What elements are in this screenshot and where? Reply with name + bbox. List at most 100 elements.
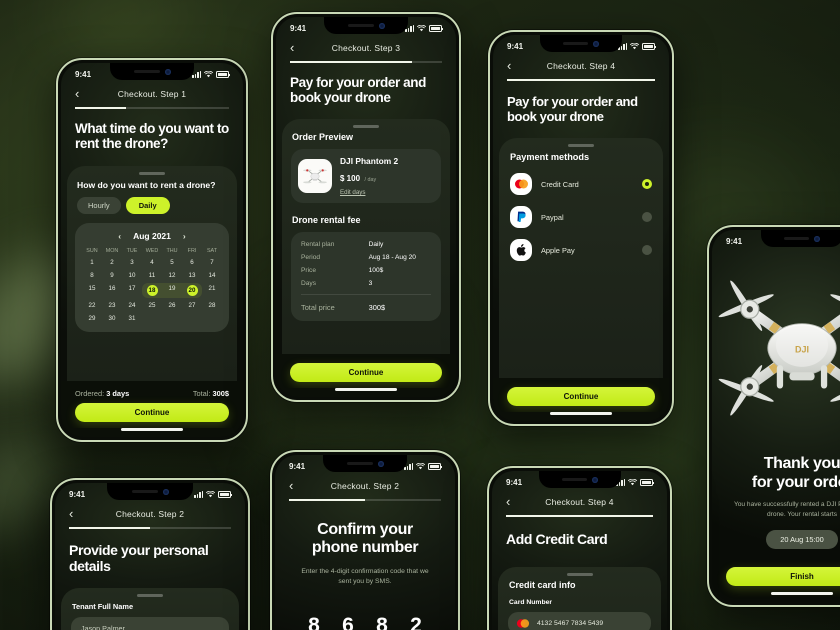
code-digit-4[interactable]: 2 [408,614,425,630]
calendar-day[interactable]: 23 [102,302,122,309]
continue-button-step-3[interactable]: Continue [290,363,442,382]
fee-row: Days 3 [301,280,431,296]
weekday: MON [105,248,119,255]
calendar-day[interactable]: 9 [102,272,122,279]
payment-radio[interactable] [642,212,652,223]
calendar-day[interactable]: 25 [142,302,162,309]
ordered-label: Ordered: [75,389,105,398]
finish-button[interactable]: Finish [726,567,840,586]
battery-icon [218,491,232,498]
code-digit-2[interactable]: 6 [340,614,357,630]
home-indicator[interactable] [550,412,612,415]
confirm-code-subtitle: Enter the 4-digit confirmation code that… [301,568,429,586]
home-indicator[interactable] [771,592,833,595]
nav-title: Checkout. Step 3 [331,42,401,53]
calendar-day[interactable]: 17 [122,285,142,296]
calendar-day[interactable]: 22 [82,302,102,309]
phone-checkout-step-2-details: 9:41 ‹ Checkout. Step 2 Provide your per… [50,478,250,630]
calendar-prev-month-icon[interactable]: ‹ [118,231,121,241]
calendar-day[interactable]: 6 [182,259,202,266]
product-card[interactable]: DJI Phantom 2 $ 100 / day Edit days [291,149,441,204]
edit-days-link[interactable]: Edit days [340,189,434,196]
fee-row: Period Aug 18 - Aug 20 [301,254,431,261]
speaker-icon [131,490,158,493]
calendar-day[interactable]: 27 [182,302,202,309]
sheet-grabber[interactable] [566,573,593,577]
calendar-day[interactable]: 13 [182,272,202,279]
calendar-day[interactable]: 2 [102,259,122,266]
sheet-grabber[interactable] [137,593,163,597]
rental-time-area: 20 Aug 15:00 [712,520,840,549]
payment-method-apple-pay[interactable]: Apple Pay [499,239,663,272]
calendar-day[interactable]: 1 [82,259,102,266]
continue-button-step-1[interactable]: Continue [75,403,229,422]
sheet-grabber[interactable] [353,125,379,129]
nav-bar-step-3: ‹ Checkout. Step 3 [276,36,456,61]
calendar-day[interactable]: 12 [162,272,182,279]
total-price-row: Total price 300$ [301,295,431,312]
calendar-day [142,315,162,322]
phone-checkout-step-4-payment: 9:41 ‹ Checkout. Step 4 Pay for your ord… [488,30,674,426]
calendar-next-month-icon[interactable]: › [183,231,186,241]
calendar-day[interactable]: 24 [122,302,142,309]
calendar-day[interactable]: 4 [142,259,162,266]
payment-radio-selected[interactable] [642,179,652,190]
home-indicator[interactable] [121,428,183,431]
plan-option-hourly[interactable]: Hourly [77,197,121,215]
calendar-day[interactable]: 30 [102,315,122,322]
apple-icon [510,239,532,262]
calendar-day[interactable]: 31 [122,315,142,322]
calendar-day[interactable]: 28 [202,302,222,309]
calendar-day[interactable]: 16 [102,285,122,296]
payment-radio[interactable] [642,245,652,256]
calendar-day[interactable]: 14 [202,272,222,279]
wifi-icon [417,25,426,32]
calendar-day[interactable]: 15 [82,285,102,296]
calendar-weekday-row: SUN MON TUE WED THU FRI SAT [82,248,222,254]
status-time: 9:41 [506,478,523,487]
calendar-day[interactable]: 11 [142,272,162,279]
calendar-day-selected-start[interactable]: 18 [142,285,162,297]
fee-row-key: Price [301,267,317,275]
calendar-day[interactable]: 10 [122,272,142,279]
home-indicator[interactable] [335,388,397,391]
code-digit-1[interactable]: 8 [306,614,323,630]
payment-method-label: Apple Pay [541,245,575,255]
wifi-icon [206,491,215,498]
calendar-day[interactable]: 29 [82,315,102,322]
calendar-day[interactable]: 5 [162,259,182,266]
nav-title: Checkout. Step 2 [330,480,400,491]
calendar-day[interactable]: 21 [202,285,222,296]
fee-row-value: Daily [368,241,384,249]
fee-row-value: 100$ [368,267,384,275]
nav-title: Checkout. Step 4 [546,60,616,71]
sheet-grabber[interactable] [139,172,165,176]
sheet-grabber[interactable] [568,144,594,148]
thank-you-heading: Thank you for your order [712,455,840,493]
weekday: TUE [126,248,138,255]
plan-option-daily[interactable]: Daily [125,197,170,215]
calendar-day[interactable]: 26 [162,302,182,309]
notch [324,17,408,34]
calendar-day-selected-end-label: 20 [186,285,198,297]
code-digit-3[interactable]: 8 [374,614,391,630]
calendar: ‹ Aug 2021 › SUN MON TUE WED THU FRI SAT… [75,223,229,333]
calendar-day[interactable]: 3 [122,259,142,266]
payment-method-credit-card[interactable]: Credit Card [499,173,663,206]
calendar-day[interactable]: 7 [202,259,222,266]
payment-method-paypal[interactable]: Paypal [499,206,663,239]
tenant-name-input[interactable]: Jason Palmer [71,616,229,630]
calendar-day[interactable]: 19 [162,285,182,296]
card-number-input[interactable]: 4132 5467 7834 5439 [508,612,651,630]
camera-icon [164,68,171,75]
plan-option-hourly-label: Hourly [88,201,110,211]
thank-you-line-2: for your order [751,474,840,492]
tenant-name-value: Jason Palmer [81,623,125,630]
code-digit-1-value: 8 [308,613,320,630]
credit-card-sheet: Credit card info Card Number 4132 5467 7… [498,567,661,630]
continue-button-step-4[interactable]: Continue [507,387,655,406]
calendar-day[interactable]: 8 [82,272,102,279]
rental-start-chip: 20 Aug 15:00 [766,530,838,549]
home-indicator-area [712,592,840,602]
calendar-day-selected-end[interactable]: 20 [182,285,202,297]
